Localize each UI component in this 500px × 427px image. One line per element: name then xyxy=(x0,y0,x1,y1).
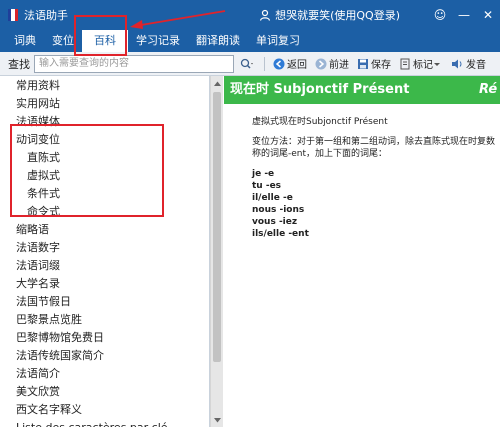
scroll-thumb[interactable] xyxy=(213,92,221,362)
search-icon xyxy=(240,58,253,69)
save-icon xyxy=(358,58,368,69)
conjugation-line: ils/elle -ent xyxy=(252,229,309,239)
user-icon xyxy=(259,9,271,21)
search-label: 查找 xyxy=(8,57,30,71)
annotation-box-encyclopedia-tab xyxy=(74,15,127,56)
conjugation-line: vous -iez xyxy=(252,217,298,227)
sidebar-item-prose[interactable]: 美文欣赏 xyxy=(0,383,209,401)
conjugation-line: je -e xyxy=(252,169,275,179)
sidebar-item-holidays[interactable]: 法国节假日 xyxy=(0,293,209,311)
sidebar-item-name-meanings[interactable]: 西文名字释义 xyxy=(0,401,209,419)
speaker-icon xyxy=(452,59,462,68)
speak-label: 发音 xyxy=(466,60,486,71)
bookmark-label: 标记 xyxy=(413,60,433,71)
menu-study-records[interactable]: 学习记录 xyxy=(128,30,188,52)
search-input[interactable] xyxy=(34,54,234,73)
article-content: 现在时 Subjonctif Présent Ré 虚拟式现在时Subjonct… xyxy=(224,76,500,427)
sidebar-item-affixes[interactable]: 法语词缀 xyxy=(0,257,209,275)
smiley-icon[interactable]: ☺ xyxy=(428,8,452,22)
conjugation-line: nous -ions xyxy=(252,205,305,215)
sidebar-scrollbar[interactable] xyxy=(210,76,223,427)
sidebar-item-paris-sights[interactable]: 巴黎景点览胜 xyxy=(0,311,209,329)
scroll-up-icon[interactable] xyxy=(211,76,223,90)
sidebar-item-common-materials[interactable]: 常用资料 xyxy=(0,77,209,95)
forward-label: 前进 xyxy=(329,60,349,71)
article-body: 虚拟式现在时Subjonctif Présent 变位方法：对于第一组和第二组动… xyxy=(252,116,500,240)
menu-dictionary[interactable]: 词典 xyxy=(6,30,44,52)
back-label: 返回 xyxy=(287,60,307,71)
menu-translate-read[interactable]: 翻译朗读 xyxy=(188,30,248,52)
article-title-overflow: Ré xyxy=(479,82,498,97)
annotation-box-verb-conjugation xyxy=(10,124,164,217)
chevron-down-icon xyxy=(434,62,440,66)
sidebar-item-abbreviations[interactable]: 缩略语 xyxy=(0,221,209,239)
toolbar-divider xyxy=(264,56,265,71)
bookmark-button[interactable]: 标记 xyxy=(399,56,443,71)
article-intro: 虚拟式现在时Subjonctif Présent xyxy=(252,117,388,127)
sidebar-item-character-list[interactable]: Liste des caractères par clé xyxy=(0,419,209,427)
article-method-line-1: 变位方法：对于第一组和第二组动词，除去直陈式现在时复数 xyxy=(252,137,496,147)
close-button[interactable]: ✕ xyxy=(476,8,500,22)
conjugation-line: tu -es xyxy=(252,181,282,191)
annotation-arrow-icon xyxy=(130,10,226,29)
back-button[interactable]: 返回 xyxy=(273,56,307,71)
bookmark-icon xyxy=(400,58,410,69)
user-login-link[interactable]: 想哭就要笑(使用QQ登录) xyxy=(275,7,400,23)
sidebar-item-french-numbers[interactable]: 法语数字 xyxy=(0,239,209,257)
menu-word-review[interactable]: 单词复习 xyxy=(248,30,308,52)
article-title: 现在时 Subjonctif Présent xyxy=(230,82,410,97)
sidebar-item-francophone-countries[interactable]: 法语传统国家简介 xyxy=(0,347,209,365)
article-header: 现在时 Subjonctif Présent Ré xyxy=(224,76,500,104)
sidebar-item-french-intro[interactable]: 法语简介 xyxy=(0,365,209,383)
save-button[interactable]: 保存 xyxy=(357,56,391,71)
article-method-line-2: 称的词尾-ent，加上下面的词尾： xyxy=(252,149,388,159)
save-label: 保存 xyxy=(371,60,391,71)
scroll-down-icon[interactable] xyxy=(211,413,224,427)
sidebar-item-universities[interactable]: 大学名录 xyxy=(0,275,209,293)
conjugation-line: il/elle -e xyxy=(252,193,293,203)
forward-button[interactable]: 前进 xyxy=(315,56,349,71)
minimize-button[interactable]: — xyxy=(452,8,476,22)
back-arrow-icon xyxy=(273,58,285,69)
speak-button[interactable]: 发音 xyxy=(451,56,486,71)
app-title: 法语助手 xyxy=(24,9,68,22)
forward-arrow-icon xyxy=(315,58,327,69)
app-logo-icon xyxy=(8,9,18,21)
sidebar-item-useful-websites[interactable]: 实用网站 xyxy=(0,95,209,113)
sidebar-item-museum-free-days[interactable]: 巴黎博物馆免费日 xyxy=(0,329,209,347)
search-options-button[interactable] xyxy=(240,58,256,70)
